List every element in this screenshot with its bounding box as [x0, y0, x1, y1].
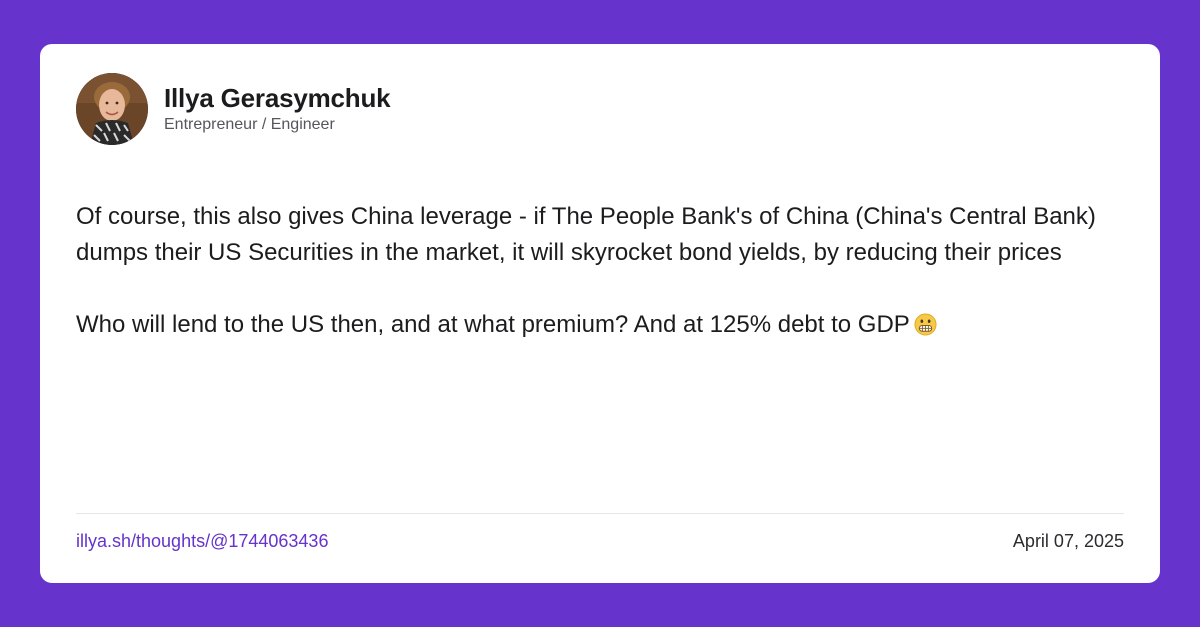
author-header: Illya Gerasymchuk Entrepreneur / Enginee…: [76, 73, 391, 145]
post-card: Illya Gerasymchuk Entrepreneur / Enginee…: [40, 44, 1160, 583]
grimacing-face-icon: [914, 313, 937, 336]
author-info: Illya Gerasymchuk Entrepreneur / Enginee…: [164, 83, 391, 135]
post-date: April 07, 2025: [1012, 531, 1124, 551]
post-paragraph-2-text: Who will lend to the US then, and at wha…: [76, 311, 910, 338]
author-name: Illya Gerasymchuk: [164, 83, 391, 113]
avatar: [76, 73, 148, 145]
post-paragraph-2: Who will lend to the US then, and at wha…: [76, 307, 1136, 343]
post-body: Of course, this also gives China leverag…: [76, 199, 1136, 343]
author-role: Entrepreneur / Engineer: [164, 116, 335, 133]
avatar-photo-icon: [76, 73, 148, 145]
thought-permalink[interactable]: illya.sh/thoughts/@1744063436: [76, 531, 328, 552]
post-paragraph-1: Of course, this also gives China leverag…: [76, 203, 1096, 266]
footer-divider: [76, 513, 1124, 514]
